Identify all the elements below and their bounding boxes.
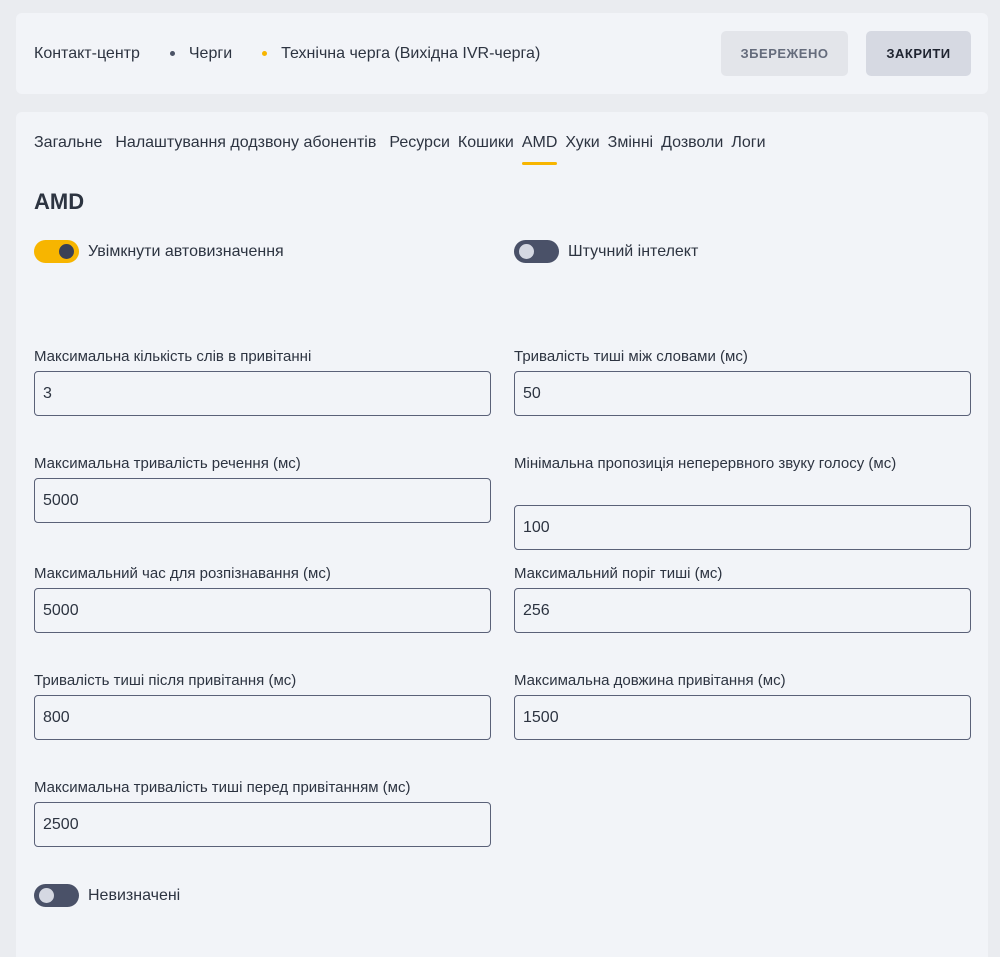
section-title: AMD	[34, 189, 85, 214]
ai-label: Штучний інтелект	[568, 242, 699, 260]
tab-hooks[interactable]: Хуки	[565, 134, 599, 152]
breadcrumb-separator	[169, 51, 175, 56]
close-button[interactable]: ЗАКРИТИ	[866, 31, 971, 76]
breadcrumb-separator-active	[262, 51, 268, 56]
tab-resources[interactable]: Ресурси	[389, 134, 450, 152]
auto-detect-toggle[interactable]	[34, 240, 79, 263]
toggle-knob	[59, 244, 74, 259]
max-greeting-length-input[interactable]	[514, 695, 971, 740]
undetermined-row: Невизначені	[34, 884, 180, 907]
tab-logs[interactable]: Логи	[731, 134, 765, 152]
silence-after-greeting-field: Тривалість тиші після привітання (мс)	[34, 667, 491, 740]
field-label: Тривалість тиші після привітання (мс)	[34, 672, 297, 689]
header-bar: Контакт-центр Черги Технічна черга (Вихі…	[16, 13, 988, 94]
tab-variables[interactable]: Змінні	[608, 134, 653, 152]
max-silence-threshold-input[interactable]	[514, 588, 971, 633]
breadcrumb-item-queues[interactable]: Черги	[189, 45, 232, 63]
ai-row: Штучний інтелект	[514, 240, 698, 263]
auto-detect-label: Увімкнути автовизначення	[88, 242, 284, 260]
max-sentence-duration-field: Максимальна тривалість речення (мс)	[34, 450, 491, 523]
min-voice-proportion-field: Мінімальна пропозиція неперервного звуку…	[514, 450, 971, 550]
field-label: Максимальна довжина привітання (мс)	[514, 672, 786, 689]
tab-buckets[interactable]: Кошики	[458, 134, 514, 152]
tab-amd[interactable]: AMD	[521, 134, 557, 165]
tab-general[interactable]: Загальне	[34, 134, 102, 152]
undetermined-toggle[interactable]	[34, 884, 79, 907]
min-voice-proportion-input[interactable]	[514, 505, 971, 550]
breadcrumb-item-current-queue: Технічна черга (Вихідна IVR-черга)	[281, 44, 541, 62]
max-greeting-length-field: Максимальна довжина привітання (мс)	[514, 667, 971, 740]
silence-between-words-input[interactable]	[514, 371, 971, 416]
max-words-greeting-field: Максимальна кількість слів в привітанні	[34, 343, 491, 416]
tab-permissions[interactable]: Дозволи	[661, 134, 723, 152]
settings-panel: Загальне Налаштування додзвону абонентів…	[16, 112, 988, 957]
field-label: Мінімальна пропозиція неперервного звуку…	[514, 455, 897, 472]
undetermined-label: Невизначені	[88, 886, 181, 904]
field-label: Тривалість тиші між словами (мс)	[514, 348, 748, 365]
max-recognition-time-input[interactable]	[34, 588, 491, 633]
toggle-knob	[519, 244, 534, 259]
toggle-knob	[39, 888, 54, 903]
max-silence-before-greeting-field: Максимальна тривалість тиші перед привіт…	[34, 774, 491, 847]
max-words-greeting-input[interactable]	[34, 371, 491, 416]
field-label: Максимальна кількість слів в привітанні	[34, 348, 312, 365]
field-label: Максимальний час для розпізнавання (мс)	[34, 565, 331, 582]
max-sentence-duration-input[interactable]	[34, 478, 491, 523]
field-label: Максимальний поріг тиші (мс)	[514, 565, 723, 582]
field-label: Максимальна тривалість тиші перед привіт…	[34, 779, 411, 796]
silence-between-words-field: Тривалість тиші між словами (мс)	[514, 343, 971, 416]
breadcrumb-item-contact-center[interactable]: Контакт-центр	[34, 45, 140, 63]
tab-bar: Загальне Налаштування додзвону абонентів…	[34, 134, 774, 165]
breadcrumb: Контакт-центр Черги Технічна черга (Вихі…	[34, 13, 540, 94]
ai-toggle[interactable]	[514, 240, 559, 263]
auto-detect-row: Увімкнути автовизначення	[34, 240, 284, 263]
max-recognition-time-field: Максимальний час для розпізнавання (мс)	[34, 560, 491, 633]
max-silence-threshold-field: Максимальний поріг тиші (мс)	[514, 560, 971, 633]
silence-after-greeting-input[interactable]	[34, 695, 491, 740]
tab-dialing-settings[interactable]: Налаштування додзвону абонентів	[115, 134, 376, 152]
saved-button[interactable]: ЗБЕРЕЖЕНО	[721, 31, 848, 76]
field-label: Максимальна тривалість речення (мс)	[34, 455, 301, 472]
max-silence-before-greeting-input[interactable]	[34, 802, 491, 847]
